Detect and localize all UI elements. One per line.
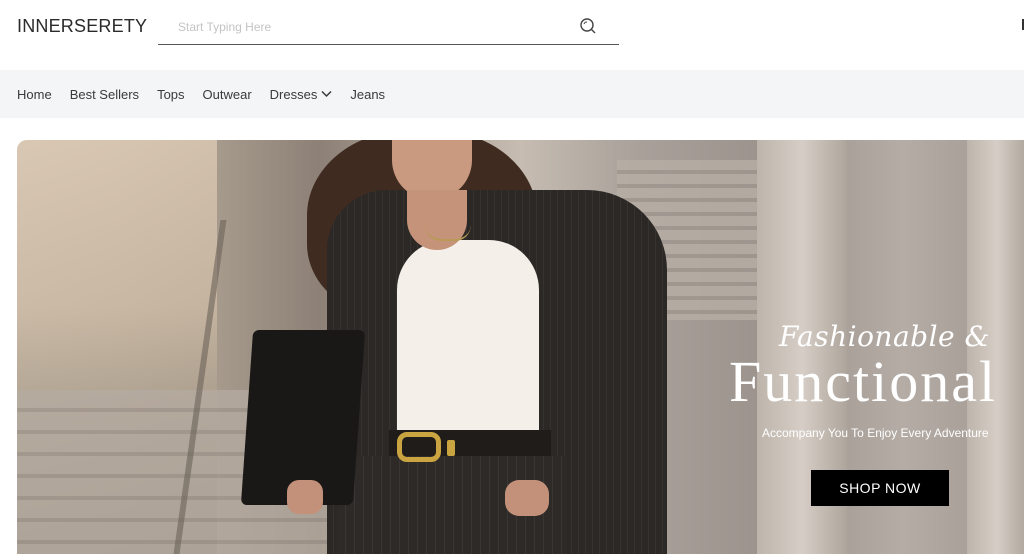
hero-headline: Functional <box>729 349 998 414</box>
nav-item-dresses[interactable]: Dresses <box>270 87 333 102</box>
model-neck <box>407 190 467 250</box>
hero-model-image <box>240 140 687 554</box>
nav-item-label: Home <box>17 86 52 102</box>
model-hand <box>287 480 323 514</box>
search-icon[interactable] <box>579 17 597 35</box>
model-top <box>397 240 539 450</box>
hero-subline: Accompany You To Enjoy Every Adventure <box>762 426 989 440</box>
nav-item-label: Best Sellers <box>69 86 140 102</box>
nav-item-label: Outwear <box>202 86 252 102</box>
model-hand <box>505 480 549 516</box>
nav-item-label: Jeans <box>350 86 386 102</box>
nav-item-best-sellers[interactable]: Best Sellers <box>70 87 139 102</box>
model-belt-buckle-pin <box>447 440 455 456</box>
hero-banner: Fashionable & Functional Accompany You T… <box>17 140 1024 554</box>
main-nav: Home Best Sellers Tops Outwear Dresses J… <box>0 70 1024 118</box>
site-header: INNERSERETY <box>0 0 1024 70</box>
model-belt-buckle <box>397 432 441 462</box>
chevron-down-icon[interactable] <box>321 90 332 98</box>
nav-item-label: Dresses <box>269 86 318 102</box>
site-logo[interactable]: INNERSERETY <box>17 16 147 37</box>
nav-item-home[interactable]: Home <box>17 87 52 102</box>
search-input[interactable] <box>178 18 558 36</box>
nav-item-label: Tops <box>157 86 185 102</box>
nav-item-outwear[interactable]: Outwear <box>203 87 252 102</box>
model-handbag <box>240 330 366 505</box>
search-bar <box>158 10 619 45</box>
nav-item-tops[interactable]: Tops <box>157 87 184 102</box>
nav-item-jeans[interactable]: Jeans <box>350 87 385 102</box>
shop-now-button[interactable]: SHOP NOW <box>811 470 949 506</box>
